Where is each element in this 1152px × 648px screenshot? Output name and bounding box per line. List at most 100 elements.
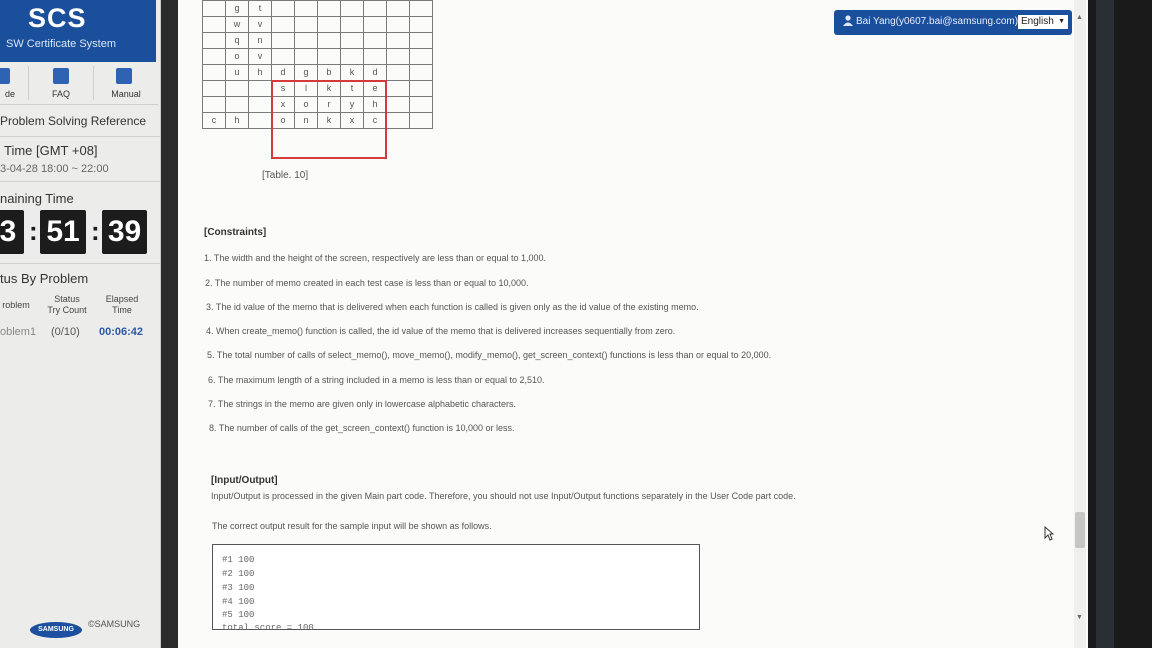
grid-cell [317,16,341,33]
page-scrollbar[interactable]: ▲ ▼ [1074,0,1086,648]
grid-cell: h [225,112,249,129]
mouse-cursor-icon [1044,526,1054,541]
exam-time-label: . Time [GMT +08] [0,143,98,158]
timer-hours: 3 [0,210,24,254]
grid-cell [225,96,249,113]
grid-cell [363,48,387,65]
timer-seconds: 39 [102,210,147,254]
grid-cell [409,0,433,17]
grid-cell [225,80,249,97]
io-output-intro: The correct output result for the sample… [212,521,492,531]
grid-cell [386,64,410,81]
timer-minutes: 51 [40,210,86,254]
grid-cell [317,48,341,65]
grid-cell: k [340,64,364,81]
user-email[interactable]: Bai Yang(y0607.bai@samsung.com) [856,16,1018,27]
grid-cell [340,32,364,49]
samsung-logo: SAMSUNG [30,622,82,638]
grid-cell [386,48,410,65]
grid-cell [248,112,272,129]
divider [0,136,160,137]
grid-cell: t [248,0,272,17]
caret-down-icon: ▼ [1058,18,1065,25]
grid-cell [202,48,226,65]
grid-cell [271,32,295,49]
constraint-item: 7. The strings in the memo are given onl… [208,399,516,409]
logo-subtitle: SW Certificate System [6,38,117,50]
grid-cell: b [317,64,341,81]
scroll-up-icon[interactable]: ▲ [1076,14,1083,21]
monitor-edge [1096,0,1114,648]
output-line: #3 100 [222,583,255,593]
grid-cell [409,64,433,81]
grid-row: qn [202,32,433,49]
nav-divider [28,66,29,100]
grid-cell: h [248,64,272,81]
grid-cell: d [271,64,295,81]
col-elapsed-time: Time [112,305,132,315]
grid-cell [294,32,318,49]
grid-cell [317,0,341,17]
exam-time-range: 3-04-28 18:00 ~ 22:00 [0,163,109,175]
grid-cell: v [248,48,272,65]
status-elapsed: 00:06:42 [99,326,144,338]
grid-cell [363,0,387,17]
grid-cell [386,0,410,17]
status-problem[interactable]: oblem1 [0,326,36,338]
user-icon [843,15,853,26]
nav-faq-label: FAQ [51,89,70,99]
grid-cell [386,80,410,97]
constraint-item: 3. The id value of the memo that is deli… [206,302,699,312]
grid-cell [409,112,433,129]
grid-cell [386,16,410,33]
sample-output-box: #1 100 #2 100 #3 100 #4 100 #5 100 total… [212,544,700,633]
grid-cell [340,0,364,17]
grid-cell: w [225,16,249,33]
timer-colon: : [29,216,38,246]
grid-cell [271,48,295,65]
grid-cell [363,32,387,49]
scroll-thumb[interactable] [1075,512,1085,548]
output-line: #2 100 [222,569,255,579]
grid-cell [202,64,226,81]
grid-cell [248,96,272,113]
grid-cell: u [225,64,249,81]
nav-code[interactable]: de [0,62,20,104]
grid-cell [202,80,226,97]
constraint-item: 6. The maximum length of a string includ… [208,375,545,385]
nav-manual[interactable]: Manual [95,62,157,104]
grid-cell [340,16,364,33]
grid-cell [409,96,433,113]
grid-cell [294,48,318,65]
nav-divider [93,66,94,100]
grid-cell: n [248,32,272,49]
col-try-count: Try Count [47,305,87,315]
grid-cell [409,48,433,65]
grid-cell [409,16,433,33]
constraint-item: 1. The width and the height of the scree… [204,253,547,263]
output-line: total score = 100 [222,623,314,633]
grid-cell: d [363,64,387,81]
status-row[interactable]: oblem1 (0/10) 00:06:42 [0,326,160,342]
problem-content: gtwvqnovuhdgbkdslktexoryhchonkxc [Table.… [178,0,1088,648]
io-description: Input/Output is processed in the given M… [211,491,796,501]
grid-cell: q [225,32,249,49]
grid-cell [271,0,295,17]
grid-row: gt [202,0,433,17]
constraint-item: 4. When create_memo() function is called… [206,326,676,336]
logo[interactable]: SCS SW Certificate System [0,0,156,62]
status-table-header: roblem Status Try Count Elapsed Time [0,292,160,320]
grid-cell [294,0,318,17]
timer-colon: : [91,216,100,246]
grid-row: ov [202,48,433,65]
grid-cell: c [202,112,226,129]
nav-faq[interactable]: FAQ [30,62,92,104]
grid-cell [386,112,410,129]
grid-cell [202,96,226,113]
grid-cell [317,32,341,49]
reference-link[interactable]: Problem Solving Reference [0,114,146,128]
language-select[interactable]: English ▼ [1018,15,1068,29]
io-heading: [Input/Output] [211,475,278,486]
scroll-down-icon[interactable]: ▼ [1076,614,1083,621]
grid-cell [340,48,364,65]
